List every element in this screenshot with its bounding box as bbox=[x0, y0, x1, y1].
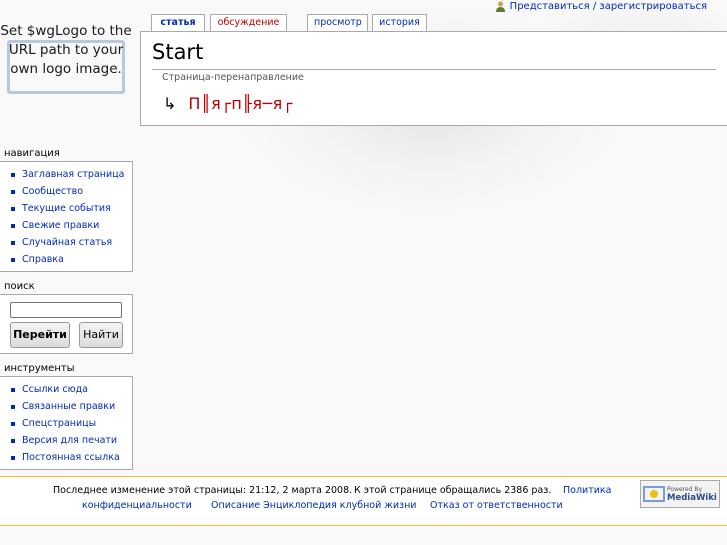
tool-item-what-links-here[interactable]: Ссылки сюда bbox=[10, 381, 132, 398]
mediawiki-label: MediaWiki bbox=[667, 493, 717, 503]
user-icon bbox=[495, 1, 505, 12]
nav-item-current-events[interactable]: Текущие события bbox=[10, 200, 132, 217]
tab-article[interactable]: статья bbox=[151, 14, 205, 32]
go-button[interactable]: Перейти bbox=[10, 322, 70, 348]
page-title: Start bbox=[152, 40, 204, 64]
nav-item-community[interactable]: Сообщество bbox=[10, 183, 132, 200]
site-logo[interactable]: Set $wgLogo to the URL path to your own … bbox=[0, 0, 137, 124]
footer-about-link[interactable]: Описание Энциклопедия клубной жизни bbox=[211, 500, 416, 511]
nav-item-recent-changes[interactable]: Свежие правки bbox=[10, 217, 132, 234]
navigation-portlet: Заглавная страница Сообщество Текущие со… bbox=[0, 161, 133, 272]
tools-portlet: Ссылки сюда Связанные правки Спецстраниц… bbox=[0, 376, 133, 470]
tool-item-permanent-link[interactable]: Постоянная ссылка bbox=[10, 449, 132, 466]
search-heading: поиск bbox=[4, 281, 35, 292]
tool-item-special-pages[interactable]: Спецстраницы bbox=[10, 415, 132, 432]
page-subtitle: Страница-перенаправление bbox=[162, 72, 304, 83]
redirect-arrow-icon: ↳ bbox=[163, 94, 177, 113]
footer: Последнее изменение этой страницы: 21:12… bbox=[0, 476, 727, 526]
login-link[interactable]: Представиться / зарегистрироваться bbox=[510, 1, 707, 12]
search-portlet: Перейти Найти bbox=[0, 294, 133, 354]
tool-item-printable-version[interactable]: Версия для печати bbox=[10, 432, 132, 449]
footer-view-count: К этой странице обращались 2386 раз. bbox=[354, 485, 552, 496]
footer-disclaimer-link[interactable]: Отказ от ответственности bbox=[430, 500, 563, 511]
nav-item-help[interactable]: Справка bbox=[10, 251, 132, 268]
mediawiki-logo-icon bbox=[643, 486, 665, 502]
search-button[interactable]: Найти bbox=[79, 322, 123, 348]
content-area: Start Страница-перенаправление ↳ П║я┌п╟я… bbox=[140, 31, 727, 126]
footer-privacy-link[interactable]: Политика bbox=[563, 485, 611, 496]
tab-view[interactable]: просмотр bbox=[307, 14, 368, 31]
footer-privacy-link-cont[interactable]: конфиденциальности bbox=[82, 500, 192, 511]
tab-history[interactable]: история bbox=[372, 14, 427, 31]
tools-heading: инструменты bbox=[4, 363, 75, 374]
personal-tools: Представиться / зарегистрироваться bbox=[495, 1, 707, 12]
nav-item-random-article[interactable]: Случайная статья bbox=[10, 234, 132, 251]
nav-item-main-page[interactable]: Заглавная страница bbox=[10, 166, 132, 183]
tool-item-related-changes[interactable]: Связанные правки bbox=[10, 398, 132, 415]
redirect-block: ↳ П║я┌п╟я─я┌ bbox=[163, 94, 293, 113]
footer-last-modified: Последнее изменение этой страницы: 21:12… bbox=[53, 485, 353, 496]
logo-text: Set $wgLogo to the URL path to your own … bbox=[0, 23, 132, 77]
title-divider bbox=[152, 69, 716, 70]
tab-discussion[interactable]: обсуждение bbox=[210, 14, 287, 31]
redirect-target-link[interactable]: П║я┌п╟я─я┌ bbox=[188, 94, 293, 113]
search-input[interactable] bbox=[10, 302, 122, 318]
powered-by-mediawiki-badge[interactable]: Powered By MediaWiki bbox=[640, 480, 720, 508]
navigation-heading: навигация bbox=[4, 148, 60, 159]
